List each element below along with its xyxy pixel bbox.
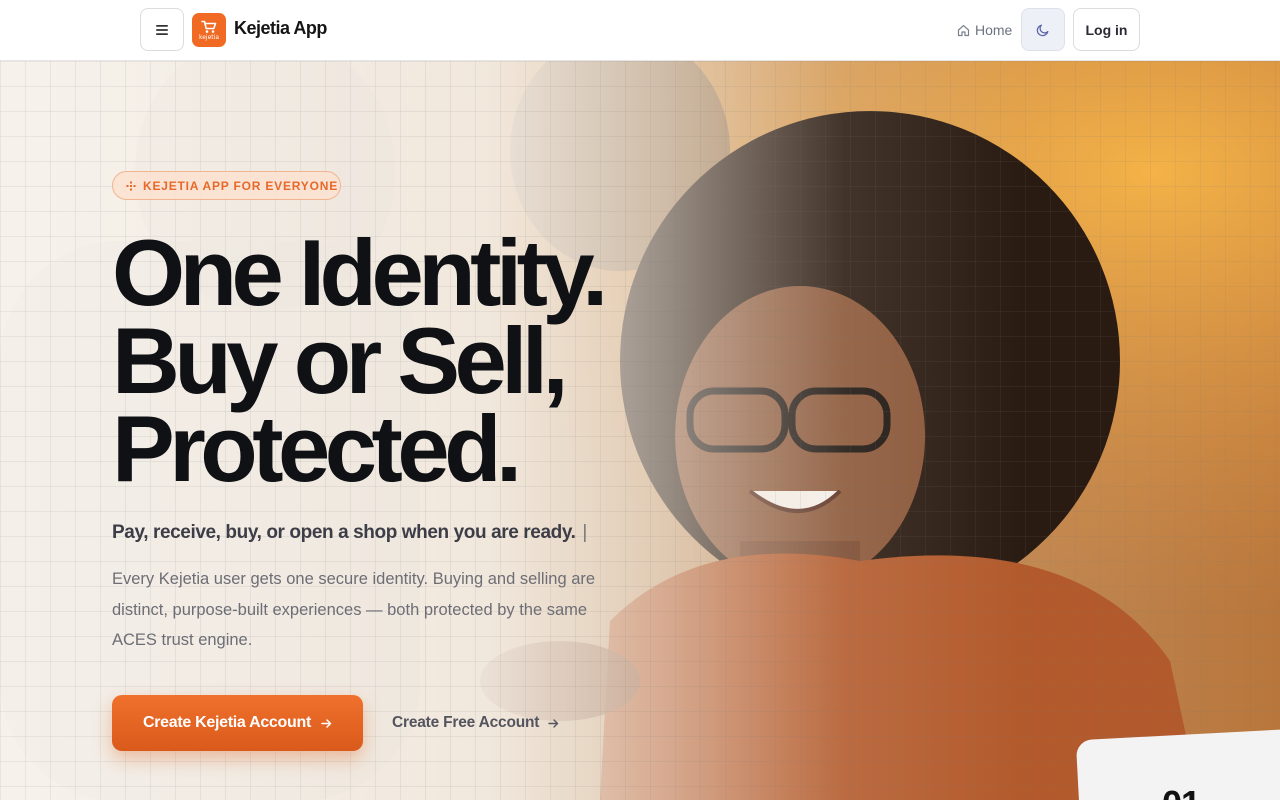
login-button[interactable]: Log in [1073,8,1140,51]
home-icon [957,24,970,36]
hero-section: KEJETIA APP FOR EVERYONE One Identity. B… [0,61,1280,800]
theme-toggle-button[interactable] [1021,8,1065,51]
create-kejetia-account-label: Create Kejetia Account [143,714,311,731]
sparkle-icon [126,181,136,190]
create-free-account-link[interactable]: Create Free Account [392,712,559,734]
typing-cursor: | [582,522,587,543]
cart-icon [201,20,217,33]
create-free-account-label: Create Free Account [392,714,540,731]
arrow-right-icon [548,718,559,728]
headline-line-2: Buy or Sell, [112,308,569,413]
headline-line-3: Protected. [112,396,522,501]
hero-subheadline-text: Pay, receive, buy, or open a shop when y… [112,522,576,543]
menu-button[interactable] [140,8,184,51]
hero-badge: KEJETIA APP FOR EVERYONE [112,171,341,200]
top-navbar: kejetia Kejetia App Home Log in [0,0,1280,61]
create-kejetia-account-button[interactable]: Create Kejetia Account [112,695,363,751]
menu-icon [156,24,168,35]
nav-home-link[interactable]: Home [957,20,1012,40]
logo-text: kejetia [198,33,219,41]
hero-subheadline: Pay, receive, buy, or open a shop when y… [112,522,587,544]
moon-icon [1036,24,1049,36]
hero-headline: One Identity. Buy or Sell, Protected. [112,220,752,501]
app-logo[interactable]: kejetia [192,13,226,47]
hero-description: Every Kejetia user gets one secure ident… [112,570,596,649]
headline-line-1: One Identity. [112,220,608,325]
app-name[interactable]: Kejetia App [234,18,327,39]
slide-number: 01 [1162,783,1201,800]
hero-badge-label: KEJETIA APP FOR EVERYONE [143,178,339,193]
nav-home-label: Home [975,22,1013,38]
arrow-right-icon [321,718,332,728]
